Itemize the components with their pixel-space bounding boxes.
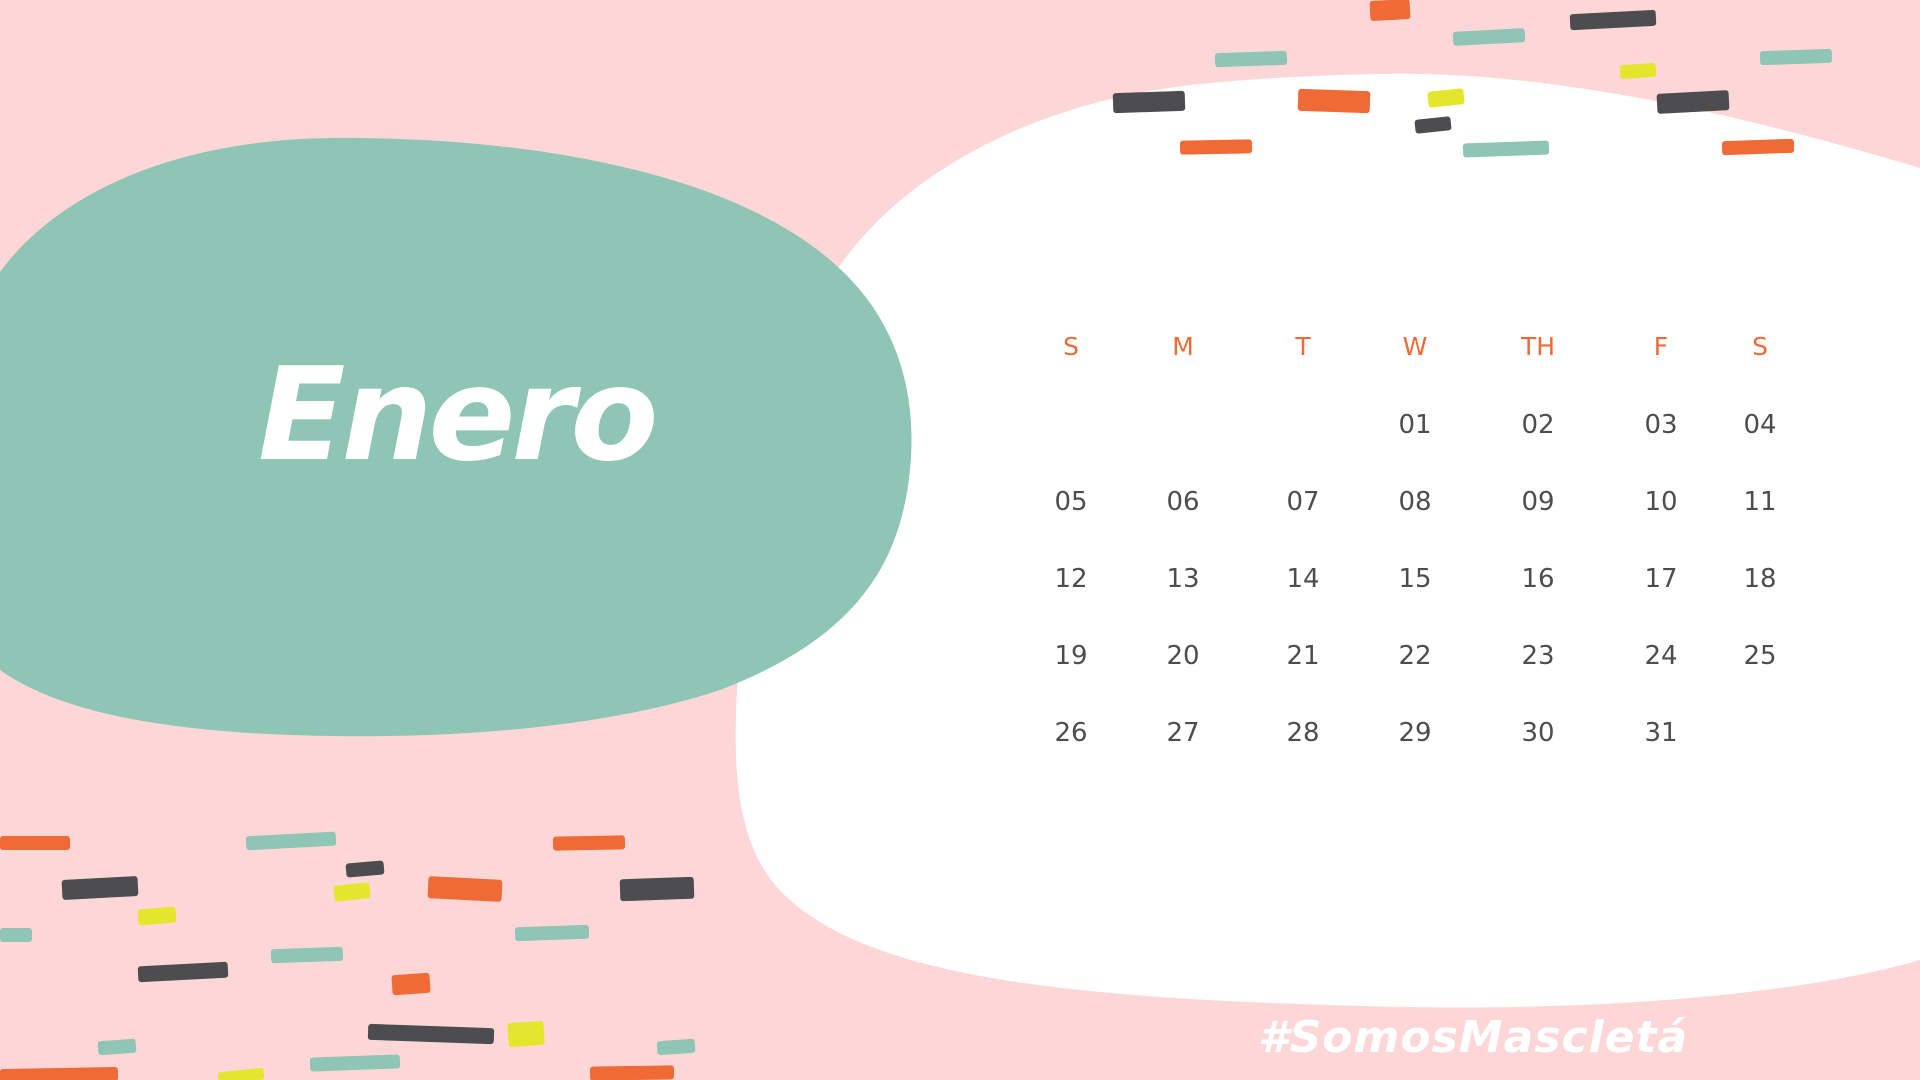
confetti-stroke bbox=[0, 836, 70, 850]
calendar-day: 13 bbox=[1166, 564, 1200, 594]
confetti-stroke bbox=[245, 831, 337, 851]
calendar-day: 09 bbox=[1521, 487, 1555, 517]
weekday-label: S bbox=[1752, 332, 1768, 361]
confetti-stroke bbox=[0, 928, 32, 942]
confetti-stroke bbox=[1452, 28, 1526, 46]
confetti-stroke bbox=[137, 906, 177, 926]
confetti-stroke bbox=[217, 1067, 265, 1080]
confetti-stroke bbox=[391, 972, 431, 996]
confetti-stroke bbox=[270, 946, 344, 964]
confetti-stroke bbox=[656, 1038, 696, 1056]
confetti-stroke bbox=[137, 961, 229, 983]
confetti-stroke bbox=[1462, 140, 1550, 158]
calendar-day: 03 bbox=[1644, 410, 1678, 440]
confetti-stroke bbox=[1214, 50, 1288, 68]
confetti-stroke bbox=[619, 876, 695, 902]
background-scene bbox=[0, 0, 1920, 1080]
calendar-day: 15 bbox=[1398, 564, 1432, 594]
confetti-stroke bbox=[1759, 48, 1833, 66]
calendar-day: 20 bbox=[1166, 641, 1200, 671]
calendar-day: 10 bbox=[1644, 487, 1678, 517]
weekday-label: S bbox=[1063, 332, 1079, 361]
confetti-stroke bbox=[97, 1038, 137, 1056]
calendar-day: 26 bbox=[1054, 718, 1088, 748]
weekday-label: W bbox=[1402, 332, 1428, 361]
confetti-stroke bbox=[61, 876, 139, 900]
calendar-day: 11 bbox=[1743, 487, 1777, 517]
confetti-stroke bbox=[1179, 139, 1253, 155]
confetti-stroke bbox=[1369, 0, 1411, 21]
confetti-stroke bbox=[589, 1065, 675, 1080]
confetti-stroke bbox=[1112, 90, 1186, 114]
white-blob bbox=[735, 73, 1920, 1008]
confetti-stroke bbox=[514, 924, 590, 942]
calendar-day: 04 bbox=[1743, 410, 1777, 440]
calendar-day: 07 bbox=[1286, 487, 1320, 517]
calendar-day: 29 bbox=[1398, 718, 1432, 748]
confetti-stroke bbox=[1619, 62, 1657, 80]
calendar-day: 19 bbox=[1054, 641, 1088, 671]
calendar-day: 27 bbox=[1166, 718, 1200, 748]
calendar-day: 24 bbox=[1644, 641, 1678, 671]
confetti-stroke bbox=[1297, 88, 1371, 114]
confetti-stroke bbox=[1569, 9, 1657, 31]
hashtag: #SomosMascletá bbox=[1258, 1012, 1689, 1063]
calendar-day: 25 bbox=[1743, 641, 1777, 671]
weekday-label: TH bbox=[1520, 332, 1556, 361]
calendar-day: 02 bbox=[1521, 410, 1555, 440]
calendar-day: 06 bbox=[1166, 487, 1200, 517]
calendar-day: 28 bbox=[1286, 718, 1320, 748]
confetti-stroke bbox=[507, 1020, 545, 1048]
weekday-label: M bbox=[1172, 332, 1194, 361]
confetti-stroke bbox=[1721, 138, 1795, 156]
calendar-day: 23 bbox=[1521, 641, 1555, 671]
calendar-day: 31 bbox=[1644, 718, 1678, 748]
calendar-day: 14 bbox=[1286, 564, 1320, 594]
calendar-day: 18 bbox=[1743, 564, 1777, 594]
confetti-stroke bbox=[552, 835, 626, 851]
calendar-day: 05 bbox=[1054, 487, 1088, 517]
calendar-day: 01 bbox=[1398, 410, 1432, 440]
calendar-day: 30 bbox=[1521, 718, 1555, 748]
calendar-day: 17 bbox=[1644, 564, 1678, 594]
confetti-stroke bbox=[0, 1067, 119, 1080]
calendar-day: 08 bbox=[1398, 487, 1432, 517]
calendar-day: 12 bbox=[1054, 564, 1088, 594]
calendar-day: 22 bbox=[1398, 641, 1432, 671]
confetti-stroke bbox=[367, 1023, 495, 1045]
confetti-stroke bbox=[345, 860, 385, 878]
calendar-day: 16 bbox=[1521, 564, 1555, 594]
confetti-stroke bbox=[333, 882, 371, 902]
month-title: Enero bbox=[258, 341, 658, 490]
weekday-label: F bbox=[1653, 332, 1669, 361]
confetti-stroke bbox=[427, 876, 503, 902]
confetti-stroke bbox=[1656, 90, 1730, 114]
weekday-label: T bbox=[1295, 332, 1311, 361]
confetti-stroke bbox=[309, 1054, 401, 1072]
calendar-day: 21 bbox=[1286, 641, 1320, 671]
